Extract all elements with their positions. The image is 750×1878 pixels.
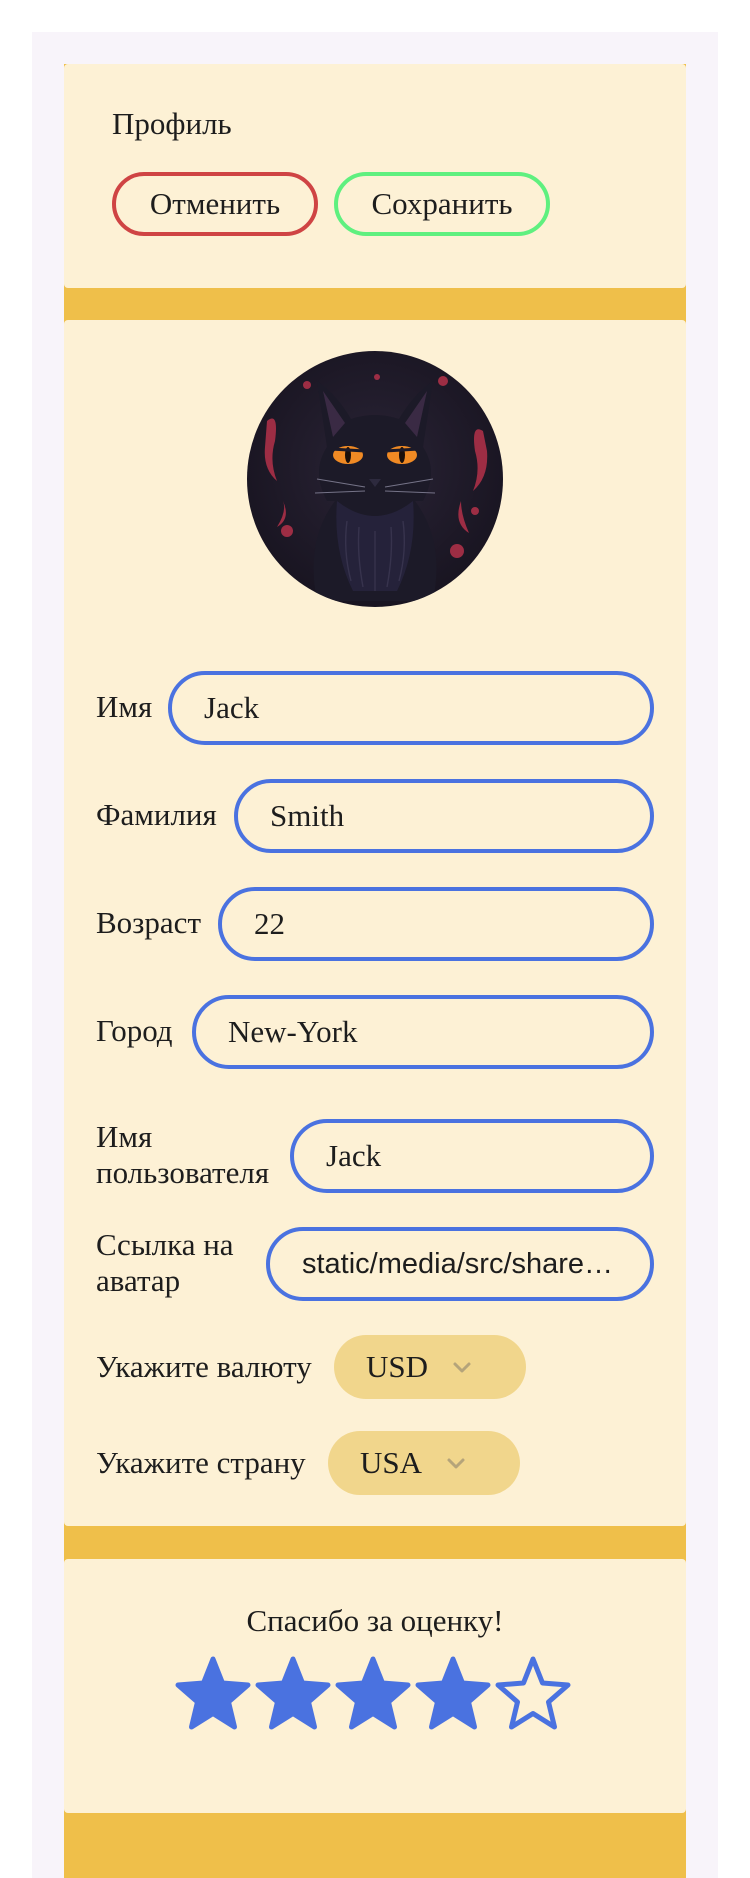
first-name-label: Имя	[96, 689, 153, 724]
currency-value: USD	[366, 1349, 429, 1384]
star-icon-empty[interactable]	[494, 1655, 572, 1733]
age-label: Возраст	[96, 905, 201, 940]
country-select[interactable]: USA	[328, 1431, 520, 1495]
avatar-link-label: Ссылка на аватар	[96, 1227, 234, 1298]
country-label: Укажите страну	[96, 1445, 306, 1480]
username-label: Имя пользователя	[96, 1119, 270, 1190]
country-value: USA	[360, 1445, 423, 1480]
cancel-button[interactable]: Отменить	[112, 172, 318, 236]
chevron-down-icon	[447, 1458, 465, 1469]
age-input[interactable]	[218, 887, 654, 961]
last-name-label: Фамилия	[96, 797, 217, 832]
city-input[interactable]	[192, 995, 654, 1069]
star-icon-filled[interactable]	[254, 1655, 332, 1733]
rating-card: Спасибо за оценку!	[64, 1559, 686, 1813]
form-fields: Имя Фамилия Возраст Город Имя пользовате…	[64, 320, 686, 1526]
rating-title: Спасибо за оценку!	[246, 1603, 504, 1638]
currency-select[interactable]: USD	[334, 1335, 526, 1399]
save-button[interactable]: Сохранить	[334, 172, 550, 236]
username-input[interactable]	[290, 1119, 654, 1193]
currency-label: Укажите валюту	[96, 1349, 312, 1384]
star-rating	[174, 1655, 572, 1733]
page-title: Профиль	[112, 106, 232, 141]
chevron-down-icon	[453, 1362, 471, 1373]
city-label: Город	[96, 1013, 173, 1048]
star-icon-filled[interactable]	[414, 1655, 492, 1733]
last-name-input[interactable]	[234, 779, 654, 853]
star-icon-filled[interactable]	[334, 1655, 412, 1733]
first-name-input[interactable]	[168, 671, 654, 745]
avatar-link-input[interactable]	[266, 1227, 654, 1301]
star-icon-filled[interactable]	[174, 1655, 252, 1733]
profile-header-card: Профиль Отменить Сохранить	[64, 64, 686, 288]
